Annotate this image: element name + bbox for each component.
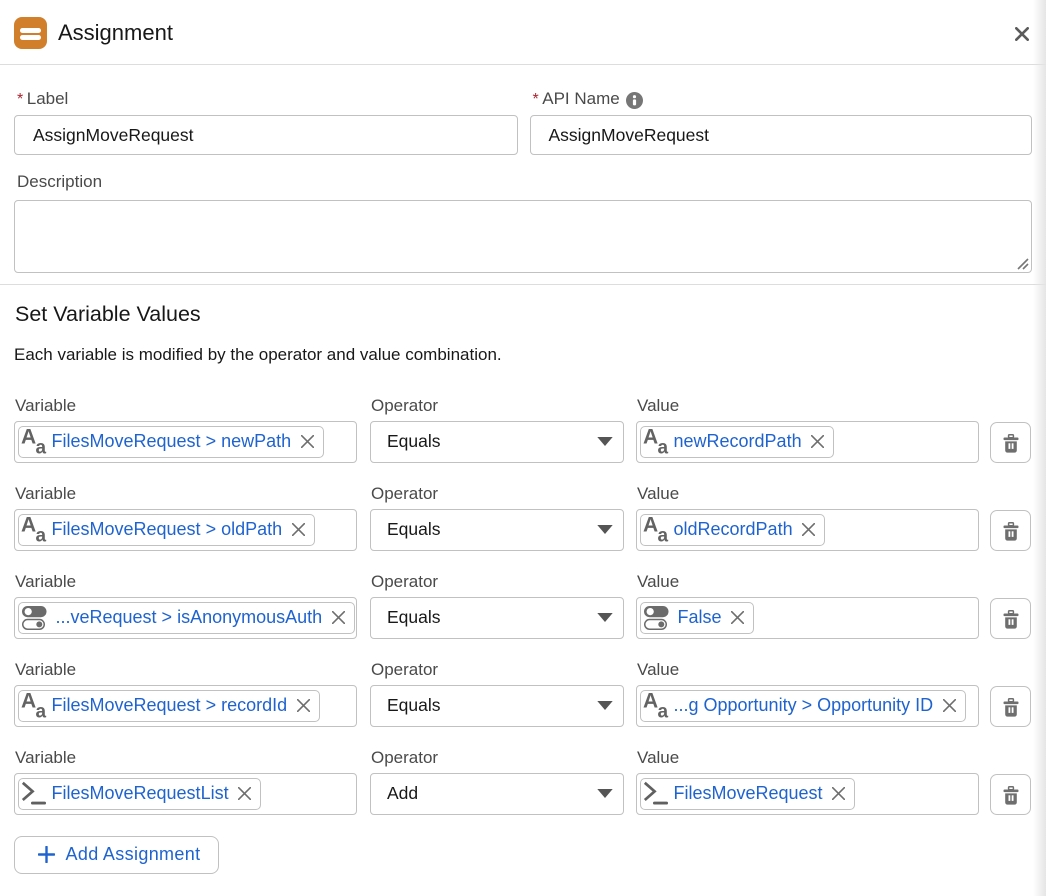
- svg-text:A: A: [643, 425, 658, 448]
- svg-text:A: A: [21, 513, 36, 536]
- svg-text:A: A: [643, 513, 658, 536]
- svg-text:a: a: [658, 525, 669, 546]
- svg-text:A: A: [21, 425, 36, 448]
- svg-text:A: A: [21, 689, 36, 712]
- svg-text:a: a: [658, 437, 669, 458]
- svg-text:a: a: [36, 437, 47, 458]
- svg-text:a: a: [658, 701, 669, 722]
- svg-text:A: A: [643, 689, 658, 712]
- svg-text:a: a: [36, 701, 47, 722]
- svg-text:a: a: [36, 525, 47, 546]
